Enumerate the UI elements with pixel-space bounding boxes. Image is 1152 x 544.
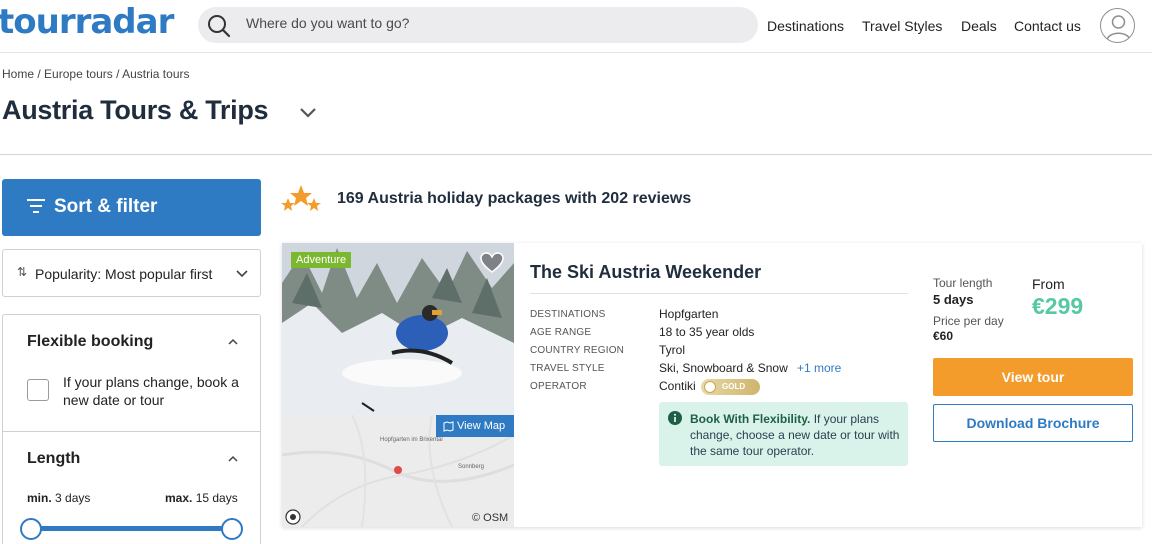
from-label: From xyxy=(1032,276,1065,292)
adventure-badge: Adventure xyxy=(291,252,352,268)
sort-select[interactable]: ⇅ Popularity: Most popular first xyxy=(2,249,261,297)
length-min: min. 3 days xyxy=(27,491,91,505)
breadcrumb-current: Austria tours xyxy=(122,67,190,81)
sort-select-value: Popularity: Most popular first xyxy=(35,266,213,282)
tour-length-label: Tour length xyxy=(933,276,993,290)
site-header: tourradar™ Destinations Travel Styles De… xyxy=(0,0,1152,53)
view-map-button[interactable]: View Map xyxy=(436,415,514,437)
sort-filter-button[interactable]: Sort & filter xyxy=(2,179,261,236)
price-per-day-value: €60 xyxy=(933,329,954,343)
tour-price: €299 xyxy=(1032,293,1084,319)
flexible-booking-checkbox[interactable] xyxy=(27,379,49,401)
length-title[interactable]: Length xyxy=(27,450,80,468)
sort-filter-label: Sort & filter xyxy=(54,196,158,217)
info-icon xyxy=(668,411,682,425)
divider xyxy=(530,293,908,294)
length-slider-track xyxy=(33,526,233,531)
view-map-label: View Map xyxy=(457,420,506,432)
map-label-town: Hopfgarten im Brixental xyxy=(380,437,443,443)
chevron-down-icon[interactable] xyxy=(298,103,318,123)
tour-card[interactable]: Adventure Hopfgarten im Brixental Sonnbe… xyxy=(282,243,1142,527)
user-icon[interactable] xyxy=(1100,8,1135,43)
tour-length-value: 5 days xyxy=(933,292,974,307)
detail-label: COUNTRY REGION xyxy=(530,345,625,356)
map-pointer-icon[interactable] xyxy=(285,509,301,525)
stars-icon xyxy=(281,185,321,211)
chevron-up-icon[interactable] xyxy=(227,453,239,465)
tour-photo[interactable]: Adventure xyxy=(282,243,514,415)
flexibility-notice: Book With Flexibility. If your plans cha… xyxy=(659,402,908,466)
tour-title[interactable]: The Ski Austria Weekender xyxy=(530,262,761,283)
tour-map[interactable]: Hopfgarten im Brixental Sonnberg View Ma… xyxy=(282,415,514,527)
nav-destinations[interactable]: Destinations xyxy=(767,18,844,34)
download-brochure-button[interactable]: Download Brochure xyxy=(933,404,1133,442)
heart-icon[interactable] xyxy=(480,252,504,274)
detail-value-age-range: 18 to 35 year olds xyxy=(659,325,755,339)
detail-value-destinations: Hopfgarten xyxy=(659,307,719,321)
detail-label: AGE RANGE xyxy=(530,327,592,338)
divider xyxy=(0,154,1152,155)
breadcrumb: Home / Europe tours / Austria tours xyxy=(2,67,190,81)
detail-label: OPERATOR xyxy=(530,381,587,392)
nav-travel-styles[interactable]: Travel Styles xyxy=(862,18,942,34)
detail-label: DESTINATIONS xyxy=(530,309,606,320)
detail-value-operator[interactable]: Contiki xyxy=(659,379,696,393)
search-input[interactable] xyxy=(246,15,726,31)
nav-contact-us[interactable]: Contact us xyxy=(1014,18,1081,34)
length-slider-max-handle[interactable] xyxy=(221,518,243,540)
view-tour-button[interactable]: View tour xyxy=(933,358,1133,396)
flexible-booking-title[interactable]: Flexible booking xyxy=(27,333,153,351)
operator-gold-badge: GOLD xyxy=(701,379,760,395)
breadcrumb-europe-tours[interactable]: Europe tours xyxy=(44,67,113,81)
more-travel-styles-link[interactable]: +1 more xyxy=(797,361,841,375)
chevron-up-icon[interactable] xyxy=(227,336,239,348)
results-summary: 169 Austria holiday packages with 202 re… xyxy=(337,190,692,207)
divider xyxy=(3,431,260,432)
filter-icon xyxy=(27,199,45,213)
flexible-booking-option-label[interactable]: If your plans change, book a new date or… xyxy=(63,373,243,409)
map-label-nearby: Sonnberg xyxy=(458,464,485,470)
filter-panel: Flexible booking If your plans change, b… xyxy=(2,314,261,544)
search-icon xyxy=(208,15,231,38)
price-per-day-label: Price per day xyxy=(933,314,1004,328)
medal-icon xyxy=(704,381,716,393)
detail-value-country-region: Tyrol xyxy=(659,343,686,357)
flexibility-title: Book With Flexibility. xyxy=(690,412,811,426)
map-credit: © OSM xyxy=(472,512,509,524)
detail-label: TRAVEL STYLE xyxy=(530,363,605,374)
search-bar[interactable] xyxy=(198,7,758,43)
map-icon xyxy=(443,421,454,432)
length-max: max. 15 days xyxy=(165,491,238,505)
detail-value-travel-style: Ski, Snowboard & Snow xyxy=(659,361,788,375)
tourradar-logo[interactable]: tourradar™ xyxy=(0,0,183,42)
length-slider-min-handle[interactable] xyxy=(20,518,42,540)
sort-icon: ⇅ xyxy=(17,265,28,279)
page-title: Austria Tours & Trips xyxy=(2,95,269,125)
chevron-down-icon xyxy=(236,270,248,278)
breadcrumb-home[interactable]: Home xyxy=(2,67,34,81)
nav-deals[interactable]: Deals xyxy=(961,18,997,34)
